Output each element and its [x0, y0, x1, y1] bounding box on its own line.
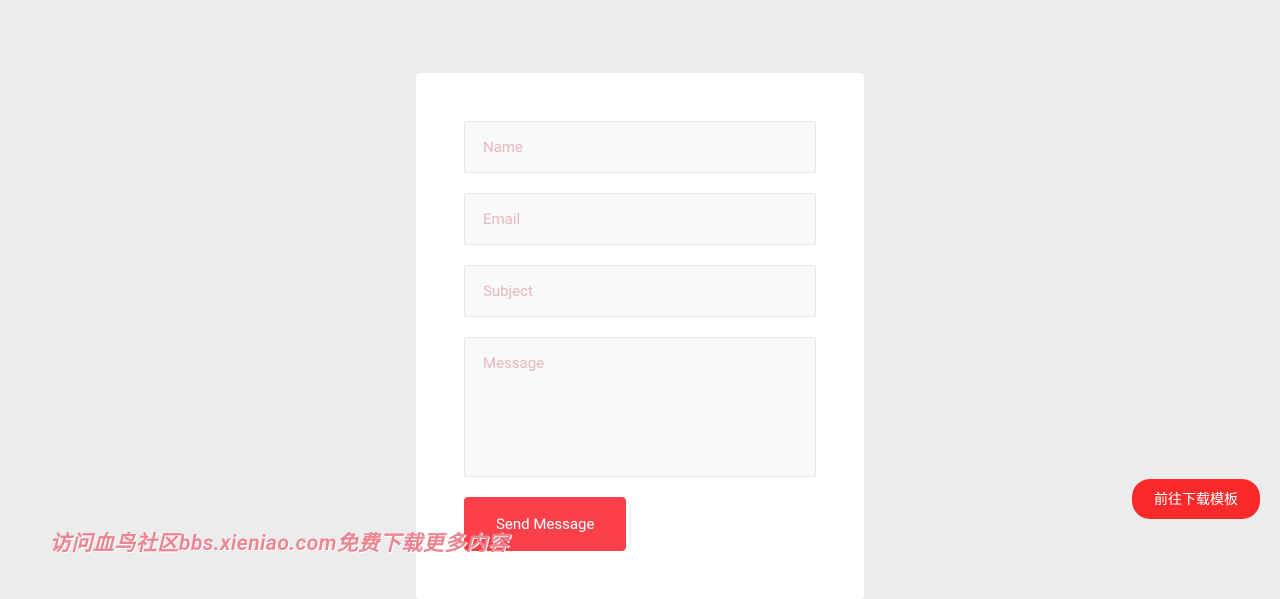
watermark-text: 访问血鸟社区bbs.xieniao.com免费下载更多内容	[50, 527, 509, 557]
email-input[interactable]	[464, 193, 816, 245]
subject-input[interactable]	[464, 265, 816, 317]
download-template-button[interactable]: 前往下载模板	[1132, 479, 1260, 519]
message-textarea[interactable]	[464, 337, 816, 477]
contact-form-card: Send Message	[416, 73, 864, 599]
name-input[interactable]	[464, 121, 816, 173]
